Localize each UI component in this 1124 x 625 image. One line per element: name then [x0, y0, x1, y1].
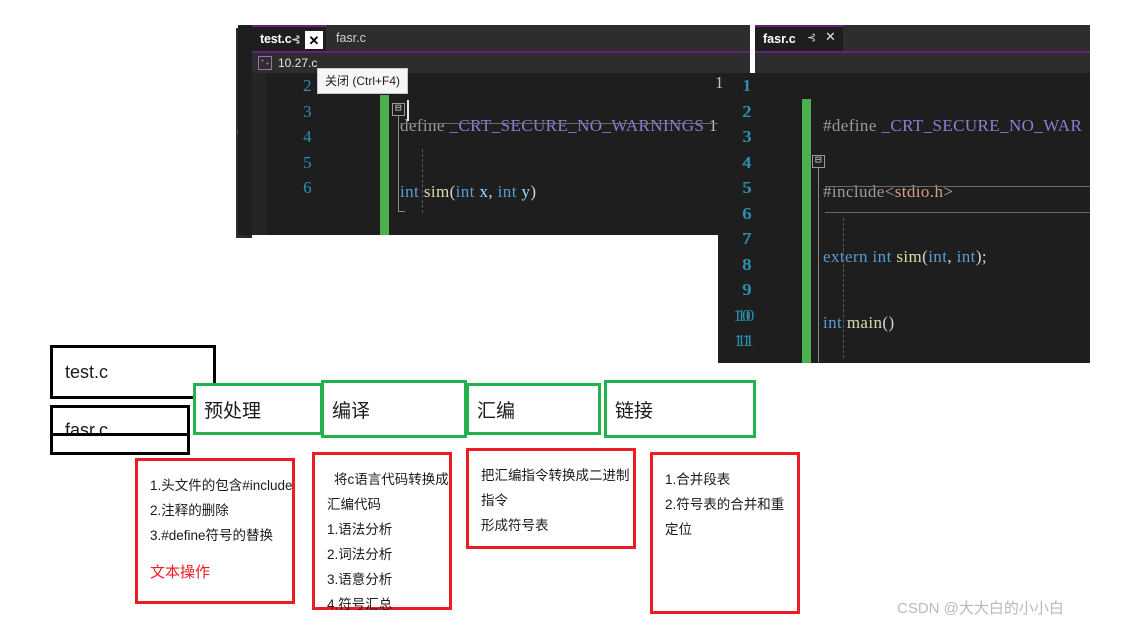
- note-box-link: 1.合并段表 2.符号表的合并和重 定位: [650, 452, 800, 614]
- pin-icon[interactable]: ⊰: [290, 34, 302, 46]
- left-editor-tabstrip: test.c ⊰ ✕ fasr.c: [252, 25, 750, 51]
- indent-guide: [843, 218, 844, 358]
- note-line: 将c语言代码转换成: [334, 472, 449, 487]
- right-editor-window: fasr.c ⊰ ✕ #define _CRT_SECURE_NO_WAR #i…: [755, 25, 1090, 363]
- stage-box-compile-label: 编译: [332, 400, 371, 422]
- line-number: 2: [303, 76, 312, 95]
- stage-box-compile: 编译: [321, 380, 467, 438]
- right-breadcrumb[interactable]: [755, 53, 1090, 73]
- code-line-1: #define _CRT_SECURE_NO_WAR: [823, 116, 1083, 135]
- right-change-bar: [802, 99, 811, 363]
- note-box-assemble: 把汇编指令转换成二进制 指令 形成符号表: [466, 448, 636, 549]
- tab-test-c[interactable]: test.c ⊰ ✕: [252, 25, 326, 51]
- fold-guide-foot: [398, 211, 405, 212]
- note-line: 4.符号汇总: [327, 597, 393, 612]
- line-number: 1: [743, 76, 752, 95]
- note-line: 汇编代码: [327, 497, 381, 512]
- file-box-test-c: test.c: [50, 345, 216, 399]
- file-box-fasr-c-underline: [50, 433, 190, 436]
- file-box-test-c-label: test.c: [65, 361, 109, 382]
- note-line: 指令: [481, 493, 508, 508]
- note-line: 2.词法分析: [327, 547, 393, 562]
- line-number: 5: [303, 152, 312, 172]
- note-line: 1.头文件的包含#include: [150, 478, 293, 493]
- note-line: 定位: [665, 522, 692, 537]
- left-code-sidepad: [252, 73, 266, 235]
- breadcrumb-filename: 10.27.c: [278, 56, 318, 70]
- right-line1-marker: 1: [715, 73, 724, 92]
- line-number: 6: [743, 203, 752, 223]
- stage-box-assemble: 汇编: [466, 383, 601, 435]
- right-code-text: #define _CRT_SECURE_NO_WAR #include<stdi…: [823, 73, 1090, 363]
- note-line: 把汇编指令转换成二进制: [481, 468, 630, 483]
- note-line: 1.语法分析: [327, 522, 393, 537]
- line-number: 11: [737, 331, 755, 350]
- tab-fasr-c-left-label: fasr.c: [336, 31, 366, 45]
- tab-fasr-c-label: fasr.c: [763, 32, 796, 46]
- left-code-area[interactable]: 2 3 4 5 6 define _CRT_SECURE_NO_WARNINGS…: [252, 73, 750, 235]
- line-number: 6: [303, 178, 312, 197]
- note-box-compile: 将c语言代码转换成 汇编代码 1.语法分析 2.词法分析 3.语意分析 4.符号…: [312, 452, 452, 612]
- line-number: 4: [303, 127, 312, 146]
- close-tab-tooltip: 关闭 (Ctrl+F4): [317, 68, 409, 94]
- text-caret: [407, 100, 409, 121]
- right-code-area[interactable]: #define _CRT_SECURE_NO_WAR #include<stdi…: [755, 73, 1090, 363]
- note-line: 3.语意分析: [327, 572, 393, 587]
- close-icon[interactable]: ✕: [825, 30, 836, 44]
- line-number: 3: [303, 101, 312, 121]
- tab-test-c-label: test.c: [260, 32, 292, 46]
- left-line-number-gutter: 2 3 4 5 6: [266, 73, 312, 201]
- line-number: 5: [743, 178, 752, 197]
- fold-toggle-icon[interactable]: ⊟: [812, 155, 825, 168]
- left-change-bar: [380, 95, 389, 235]
- indent-guide: [422, 149, 423, 213]
- left-editor-window: test.c ⊰ ✕ fasr.c ⁺₊ 10.27.c 2 3 4 5 6 d…: [238, 25, 750, 235]
- note-line: 2.符号表的合并和重: [665, 497, 785, 512]
- note-box-preprocess: 1.头文件的包含#include 2.注释的删除 3.#define符号的替换 …: [135, 458, 295, 604]
- file-cpp-icon: ⁺₊: [258, 56, 272, 70]
- csdn-watermark: CSDN @大大白的小小白: [897, 600, 1064, 617]
- note-line: 3.#define符号的替换: [150, 528, 274, 543]
- note-line: 形成符号表: [481, 518, 549, 533]
- right-line-number-gutter: 1 2 3 4 5 6 7 8 9 10 11: [737, 73, 755, 363]
- code-line-2: int sim(int x, int y): [400, 181, 537, 201]
- fold-guide-line: [398, 116, 399, 212]
- line-number: 3: [743, 127, 752, 146]
- line-number: 2: [743, 101, 752, 121]
- right-editor-tabstrip: fasr.c ⊰ ✕: [755, 25, 1090, 51]
- note-highlight-text: 文本操作: [150, 564, 211, 581]
- stage-box-preprocess: 预处理: [193, 383, 323, 435]
- pin-icon[interactable]: ⊰: [807, 32, 816, 44]
- tab-fasr-c-left[interactable]: fasr.c: [326, 25, 426, 51]
- stage-box-link: 链接: [604, 380, 756, 438]
- code-line-4: int main(): [823, 312, 895, 332]
- stage-box-link-label: 链接: [615, 400, 654, 422]
- line-number: 4: [743, 152, 752, 172]
- file-box-fasr-c: fasr.c: [50, 405, 190, 455]
- line-number: 10: [737, 305, 755, 325]
- fold-guide-line: [818, 168, 819, 362]
- stage-box-assemble-label: 汇编: [477, 400, 516, 422]
- line-number: 8: [743, 254, 752, 274]
- note-line: 1.合并段表: [665, 472, 731, 487]
- line-number: 7: [743, 229, 752, 248]
- file-box-fasr-c-label: fasr.c: [65, 419, 109, 440]
- left-selection-highlight: [400, 98, 750, 124]
- fold-toggle-icon[interactable]: ⊟: [392, 103, 405, 116]
- close-icon[interactable]: ✕: [305, 31, 323, 49]
- line-number: 9: [743, 280, 752, 299]
- right-selection-highlight: [825, 186, 1090, 213]
- stage-box-preprocess-label: 预处理: [204, 400, 262, 422]
- note-line: 2.注释的删除: [150, 503, 229, 518]
- code-line-3: extern int sim(int, int);: [823, 247, 987, 266]
